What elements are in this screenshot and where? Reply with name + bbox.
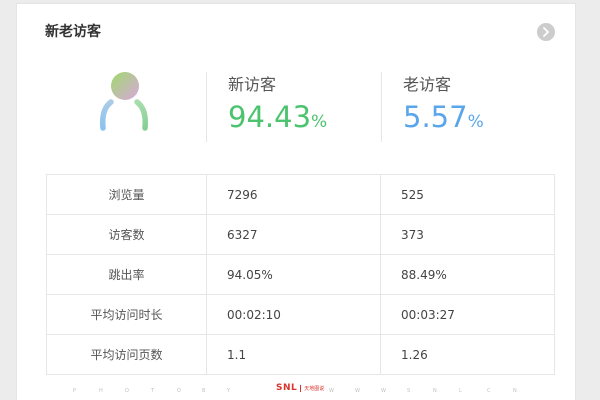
watermark-letter: W bbox=[329, 388, 334, 394]
metric-old-value: 00:03:27 bbox=[380, 294, 555, 335]
new-visitor-stat: 新访客 94.43% bbox=[228, 74, 327, 140]
metric-new-value: 94.05% bbox=[206, 254, 381, 295]
new-visitor-label: 新访客 bbox=[228, 75, 277, 94]
table-row: 访客数 6327 373 bbox=[46, 214, 555, 255]
table-row: 平均访问页数 1.1 1.26 bbox=[46, 334, 555, 375]
watermark-letter: O bbox=[177, 388, 181, 394]
metric-new-value: 1.1 bbox=[206, 334, 381, 375]
metric-name: 浏览量 bbox=[46, 174, 207, 215]
table-row: 平均访问时长 00:02:10 00:03:27 bbox=[46, 294, 555, 335]
user-icon bbox=[99, 72, 149, 131]
metric-new-value: 7296 bbox=[206, 174, 381, 215]
new-old-visitors-panel: 新老访客 新访客 94.43% 老访客 5.57% 浏览量 7296 525 访… bbox=[16, 3, 576, 400]
watermark-letter: B bbox=[202, 388, 206, 394]
table-row: 浏览量 7296 525 bbox=[46, 174, 555, 215]
watermark-letter: W bbox=[381, 388, 386, 394]
metric-old-value: 373 bbox=[380, 214, 555, 255]
watermark-letter: N bbox=[513, 388, 517, 394]
divider-right bbox=[381, 72, 382, 142]
new-visitor-percent: 94.43 bbox=[228, 100, 312, 134]
watermark-letter: T bbox=[151, 388, 155, 394]
new-visitor-value: 94.43% bbox=[228, 99, 327, 140]
watermark: P H O T O B Y SNL 天地图说 W W W S N L C N bbox=[17, 382, 575, 398]
watermark-letter: H bbox=[99, 388, 103, 394]
metric-name: 跳出率 bbox=[46, 254, 207, 295]
watermark-letter: N bbox=[433, 388, 437, 394]
panel-title: 新老访客 bbox=[45, 24, 101, 40]
watermark-letter: L bbox=[459, 388, 462, 394]
more-button[interactable] bbox=[537, 23, 555, 41]
old-visitor-unit: % bbox=[467, 112, 484, 132]
watermark-letter: C bbox=[487, 388, 491, 394]
divider-left bbox=[206, 72, 207, 142]
chevron-right-icon bbox=[543, 27, 549, 37]
metric-name: 平均访问时长 bbox=[46, 294, 207, 335]
watermark-logo-subtext: 天地图说 bbox=[300, 384, 324, 392]
metrics-table: 浏览量 7296 525 访客数 6327 373 跳出率 94.05% 88.… bbox=[46, 174, 555, 375]
metric-new-value: 00:02:10 bbox=[206, 294, 381, 335]
old-visitor-label: 老访客 bbox=[403, 75, 452, 94]
watermark-letter: W bbox=[355, 388, 360, 394]
metric-old-value: 525 bbox=[380, 174, 555, 215]
watermark-letter: O bbox=[125, 388, 129, 394]
metric-name: 访客数 bbox=[46, 214, 207, 255]
watermark-letter: P bbox=[73, 388, 77, 394]
metric-old-value: 88.49% bbox=[380, 254, 555, 295]
new-visitor-unit: % bbox=[311, 112, 328, 132]
watermark-logo-text: SNL bbox=[276, 383, 298, 393]
watermark-logo: SNL 天地图说 bbox=[276, 382, 324, 394]
old-visitor-value: 5.57% bbox=[403, 99, 484, 140]
metric-name: 平均访问页数 bbox=[46, 334, 207, 375]
watermark-letter: S bbox=[407, 388, 411, 394]
metric-old-value: 1.26 bbox=[380, 334, 555, 375]
old-visitor-stat: 老访客 5.57% bbox=[403, 74, 484, 140]
watermark-letter: Y bbox=[227, 388, 231, 394]
old-visitor-percent: 5.57 bbox=[403, 100, 468, 134]
table-row: 跳出率 94.05% 88.49% bbox=[46, 254, 555, 295]
metric-new-value: 6327 bbox=[206, 214, 381, 255]
